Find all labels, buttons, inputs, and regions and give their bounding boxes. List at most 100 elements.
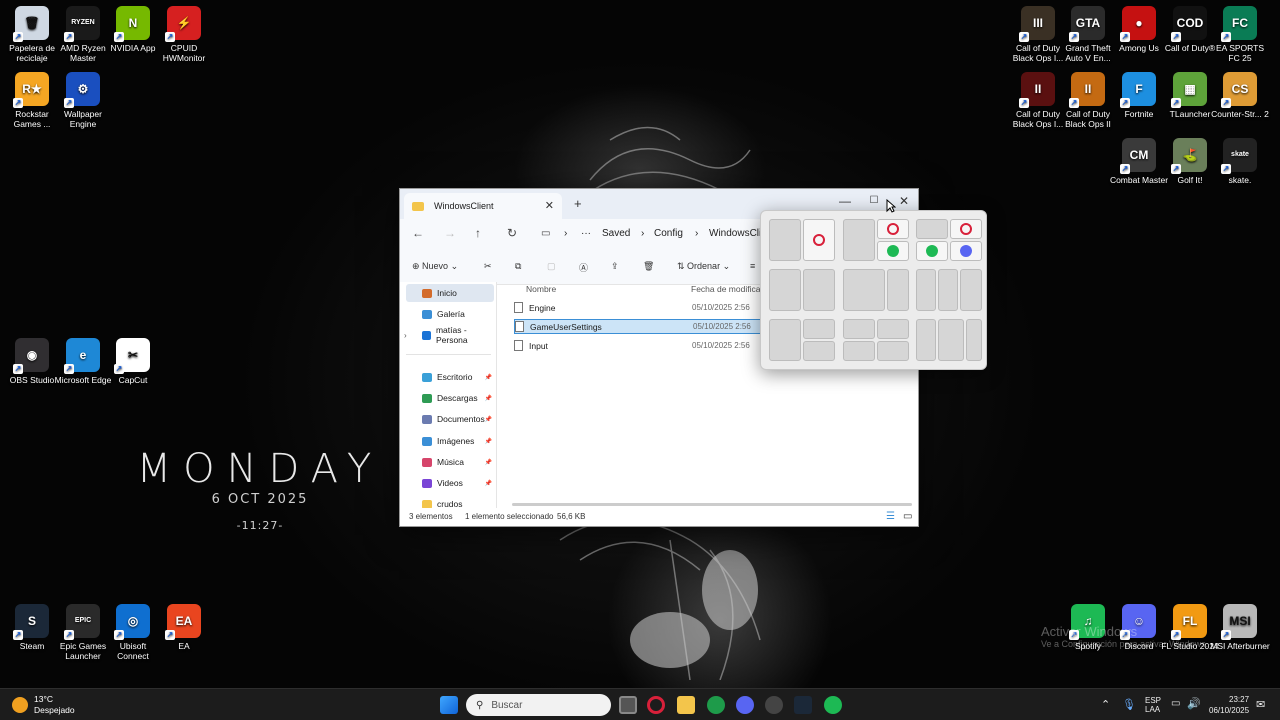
new-label: Nuevo [422,261,449,271]
microphone-icon[interactable]: 🎙 [1122,698,1136,711]
snap-zone-spotify[interactable] [877,241,909,261]
discord-taskbar-icon[interactable] [736,696,754,714]
snap-zone[interactable] [916,319,936,361]
delete-icon[interactable]: 🗑 [643,261,654,272]
nav-item[interactable]: Inicio [406,284,494,302]
up-icon[interactable]: ↑ [475,226,481,240]
xbox-taskbar-icon[interactable] [707,696,725,714]
more-icon[interactable]: ··· [581,228,591,239]
column-name[interactable]: Nombre [526,284,556,294]
file-row[interactable]: Engine 05/10/2025 2:56 [514,300,764,315]
refresh-icon[interactable]: ↻ [507,226,517,240]
snap-zone[interactable] [803,269,835,311]
opera-taskbar-icon[interactable] [647,696,665,714]
nav-item[interactable]: Imágenes 📌 [406,432,494,450]
snap-zone-opera[interactable] [803,219,835,261]
nav-item-icon [422,457,432,467]
snap-zone-opera[interactable] [877,219,909,239]
view-icon[interactable]: ≡ [750,261,755,271]
sort-button[interactable]: ⇅ Ordenar ⌄ [677,261,730,272]
snap-zone[interactable] [769,219,801,261]
breadcrumb-saved[interactable]: Saved [602,228,630,239]
app-taskbar-icon[interactable] [765,696,783,714]
snap-zone[interactable] [769,269,801,311]
snap-zone[interactable] [916,269,936,311]
language-indicator[interactable]: ESP LAA [1145,696,1161,714]
snap-zone[interactable] [916,219,948,239]
horizontal-scrollbar[interactable] [512,503,912,506]
snap-zone[interactable] [938,269,958,311]
details-view-icon[interactable]: ☰ [886,511,895,522]
weather-widget[interactable]: 13°C Despejado [12,694,75,716]
close-tab-icon[interactable]: ✕ [545,199,554,212]
app-icon: ◎ ↗ [114,604,150,640]
chevron-right-icon[interactable]: › [404,331,407,340]
new-tab-button[interactable]: + [574,196,582,211]
snap-zone[interactable] [843,219,875,261]
tab-windowsclient[interactable]: WindowsClient ✕ [404,193,562,219]
steam-taskbar-icon[interactable] [794,696,812,714]
column-date[interactable]: Fecha de modificac [691,284,765,294]
nav-item[interactable]: Galería [406,305,494,323]
forward-icon[interactable]: → [444,226,456,240]
breadcrumb-windowsclient[interactable]: WindowsCli [709,228,761,239]
snap-zone[interactable] [769,319,801,361]
snap-zone-spotify[interactable] [916,241,948,261]
nav-item[interactable]: › matías - Persona [404,325,494,345]
desktop-icon[interactable]: ⚙ ↗ Wallpaper Engine [53,72,113,129]
taskbar-clock[interactable]: 23:27 06/10/2025 [1209,694,1249,716]
breadcrumb-config[interactable]: Config [654,228,683,239]
share-icon[interactable]: ⇪ [611,261,619,272]
snap-zone[interactable] [966,319,982,361]
snap-zone[interactable] [960,269,982,311]
snap-zone[interactable] [938,319,964,361]
spotify-icon [887,245,899,257]
snap-zone-opera[interactable] [950,219,982,239]
network-icon[interactable]: ▭ [1171,698,1180,709]
tiles-view-icon[interactable]: ▭ [903,511,912,522]
back-icon[interactable]: ← [412,226,424,240]
snap-zone[interactable] [803,319,835,339]
snap-zone[interactable] [877,341,909,361]
nav-item[interactable]: Videos 📌 [406,474,494,492]
copy-icon[interactable]: ⧉ [515,261,521,272]
nav-item[interactable]: Documentos 📌 [406,410,494,428]
task-view-icon[interactable] [619,696,637,714]
start-icon[interactable] [440,696,458,714]
desktop-icon[interactable]: FC ↗ EA SPORTS FC 25 [1210,6,1270,63]
file-explorer-taskbar-icon[interactable] [677,696,695,714]
desktop-icon[interactable]: ✂ ↗ CapCut [103,338,163,385]
cut-icon[interactable]: ✂ [484,261,492,272]
snap-zone[interactable] [843,269,885,311]
notification-icon[interactable]: ✉ [1256,698,1265,711]
rename-icon[interactable]: Ⓐ [579,261,588,274]
nav-item[interactable]: Escritorio 📌 [406,368,494,386]
desktop-icon[interactable]: ⚡ ↗ CPUID HWMonitor [154,6,214,63]
snap-zone-discord[interactable] [950,241,982,261]
snap-zone[interactable] [803,341,835,361]
nav-item-label: Galería [437,309,465,319]
spotify-taskbar-icon[interactable] [824,696,842,714]
paste-icon[interactable]: ▢ [547,261,556,272]
snap-zone[interactable] [843,319,875,339]
app-icon: skate ↗ [1221,138,1257,174]
snap-zone[interactable] [887,269,909,311]
nav-item[interactable]: Música 📌 [406,453,494,471]
desktop-icon[interactable]: CS ↗ Counter-Str... 2 [1210,72,1270,119]
desktop-icon[interactable]: skate ↗ skate. [1210,138,1270,185]
desktop-icon[interactable]: EA ↗ EA [154,604,214,651]
new-button[interactable]: ⊕ Nuevo ⌄ [412,261,458,272]
shortcut-arrow-icon: ↗ [13,98,23,108]
chevron-icon: › [695,228,699,239]
volume-icon[interactable]: 🔊 [1187,697,1201,710]
search-box[interactable]: ⚲ Buscar [466,694,611,716]
nav-item[interactable]: Descargas 📌 [406,389,494,407]
tray-overflow-icon[interactable]: ⌃ [1101,698,1110,711]
file-row[interactable]: GameUserSettings 05/10/2025 2:56 [514,319,764,334]
file-row[interactable]: Input 05/10/2025 2:56 [514,338,764,353]
file-name: GameUserSettings [530,321,602,332]
monitor-icon[interactable]: ▭ [541,228,550,239]
snap-zone[interactable] [843,341,875,361]
snap-zone[interactable] [877,319,909,339]
desktop-icon[interactable]: MSI ↗ MSI Afterburner [1210,604,1270,651]
